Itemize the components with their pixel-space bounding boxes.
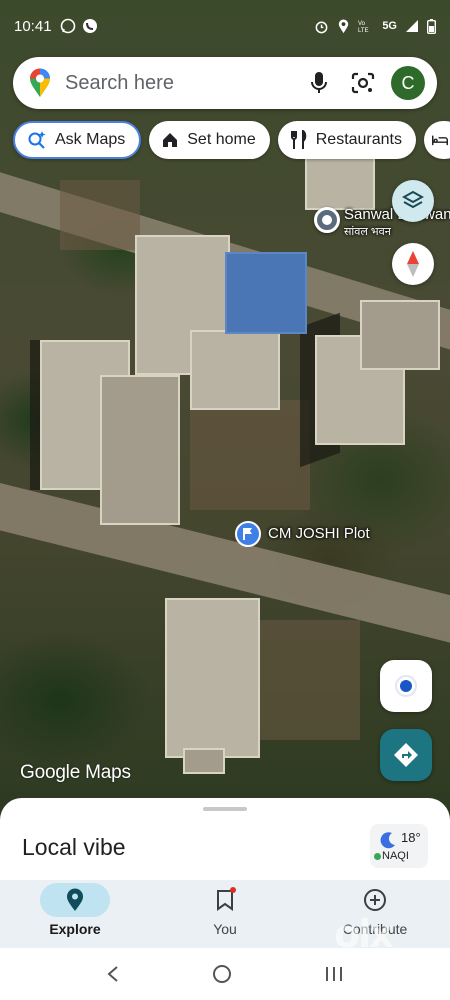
aqi-label: NAQI [382,850,409,862]
chip-set-home[interactable]: Set home [149,121,270,159]
chip-label: Restaurants [315,131,402,148]
svg-text:Vo: Vo [358,21,366,27]
phone-call-icon [82,19,97,33]
nav-icon-pill [40,883,110,917]
whatsapp-icon [60,18,75,34]
search-bar[interactable]: Search here C [13,57,437,109]
my-location-button[interactable] [380,660,432,712]
weather-temperature: 18° [401,830,421,845]
nav-label: You [213,921,237,937]
layers-button[interactable] [392,180,434,222]
account-avatar[interactable]: C [391,66,425,100]
map-field [190,400,310,510]
home-circle-icon[interactable] [212,964,232,984]
ask-maps-icon [28,131,46,149]
bed-icon [432,135,448,146]
place-pin-icon[interactable] [314,207,340,233]
network-type: 5G [382,20,397,32]
my-location-icon [395,675,417,697]
building-blue-roof [225,252,307,334]
status-system-icons: Vo LTE 5G [314,18,436,34]
microphone-icon[interactable] [301,65,337,101]
notification-dot [230,887,236,893]
system-navigation-bar [0,948,450,1000]
chip-label: Set home [187,131,256,148]
nav-icon-pill [190,883,260,917]
svg-text:LTE: LTE [358,28,369,33]
map-field [60,180,140,250]
chip-hotels[interactable] [424,121,450,159]
lens-camera-icon[interactable] [345,65,381,101]
layers-icon [402,190,424,209]
battery-icon [427,18,436,34]
plot-label[interactable]: CM JOSHI Plot [268,525,370,542]
status-notification-icons [60,18,98,34]
nav-explore[interactable]: Explore [0,880,150,948]
building [305,150,375,210]
sheet-drag-handle[interactable] [203,807,247,811]
chip-restaurants[interactable]: Restaurants [277,121,416,159]
building [183,748,225,774]
status-time: 10:41 [14,17,52,35]
quick-filter-chips: Ask Maps Set home Restaurants [13,121,450,159]
compass-button[interactable] [392,243,434,285]
recent-apps-icon[interactable] [324,965,344,983]
aqi-dot-icon [374,853,381,860]
place-sublabel: सांवल भवन [344,226,391,238]
sheet-title: Local vibe [22,834,126,860]
plus-circle-icon [364,889,386,911]
fork-knife-icon [290,130,306,149]
nav-label: Explore [49,921,101,937]
chip-ask-maps[interactable]: Ask Maps [13,121,142,159]
back-icon[interactable] [106,965,120,983]
directions-button[interactable] [380,729,432,781]
home-icon [163,133,178,147]
alarm-icon [315,21,328,33]
directions-icon [394,743,418,767]
google-maps-logo: Google Maps [20,762,131,783]
building [165,598,260,758]
volte-icon: VoLTE [358,21,369,33]
building [360,300,440,370]
moon-icon [380,832,395,849]
signal-icon [406,20,418,32]
nav-you[interactable]: You [150,880,300,948]
flag-pin-icon[interactable] [235,521,261,547]
building [190,330,280,410]
compass-icon [407,251,419,277]
location-icon [339,18,349,33]
search-input[interactable]: Search here [65,72,293,95]
google-maps-pin-icon [30,68,50,97]
explore-pin-icon [67,888,83,911]
status-bar: 10:41 Vo LTE 5G [0,0,450,52]
bottom-sheet[interactable]: Local vibe 18° NAQI [0,798,450,880]
chip-label: Ask Maps [55,131,126,148]
weather-widget[interactable]: 18° NAQI [370,824,428,868]
building [100,375,180,525]
